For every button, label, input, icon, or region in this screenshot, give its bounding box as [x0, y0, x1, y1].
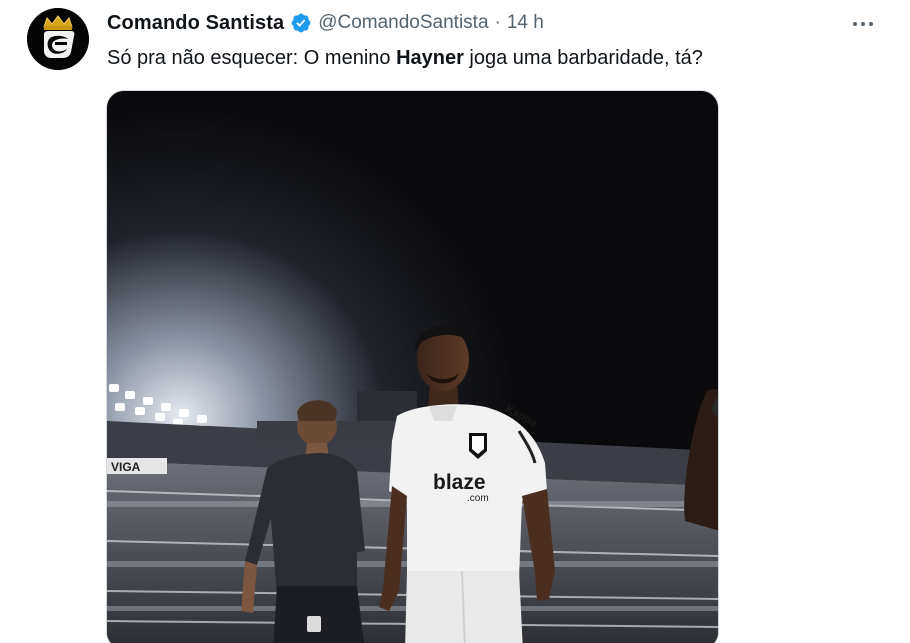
tweet-text-after: joga uma barbaridade, tá? [463, 47, 703, 69]
more-dot [861, 22, 865, 26]
tweet-text-bold: Hayner [396, 47, 464, 69]
tweet-text: Só pra não esquecer: O menino Hayner jog… [107, 44, 703, 72]
tweet-header: Comando Santista @ComandoSantista · 14 h [107, 11, 544, 35]
shirt-sponsor-sub-text: .com [467, 493, 489, 504]
author-avatar[interactable] [27, 8, 89, 70]
more-dot [853, 22, 857, 26]
tweet-text-before: Só pra não esquecer: O menino [107, 47, 397, 69]
author-handle[interactable]: @ComandoSantista [318, 12, 488, 34]
more-dot [869, 22, 873, 26]
author-display-name[interactable]: Comando Santista [107, 12, 284, 35]
verified-badge-icon [291, 13, 311, 33]
more-options-icon[interactable] [846, 10, 880, 38]
tweet-media-photo[interactable]: VIGA blaze .com Kappa [106, 90, 719, 643]
crowned-logo-icon [27, 8, 89, 70]
shirt-sponsor-text: blaze [433, 471, 486, 494]
football-player-photo: VIGA blaze .com Kappa [107, 91, 718, 643]
tweet-timestamp[interactable]: 14 h [507, 12, 544, 34]
tweet[interactable]: Comando Santista @ComandoSantista · 14 h… [0, 0, 910, 643]
separator-dot: · [494, 12, 501, 33]
stadium-sign-text: VIGA [111, 460, 141, 474]
